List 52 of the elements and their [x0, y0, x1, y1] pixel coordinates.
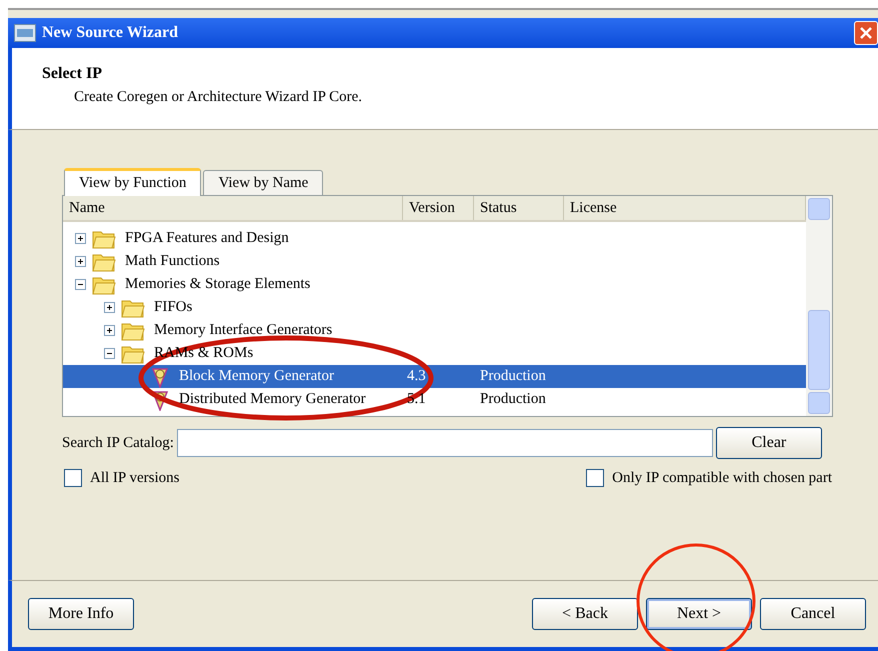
folder-icon [121, 320, 145, 340]
search-label: Search IP Catalog: [62, 434, 174, 453]
tree-row[interactable]: Memories & Storage Elements [63, 273, 806, 296]
page-subtitle: Create Coregen or Architecture Wizard IP Core. [73, 88, 364, 107]
tab[interactable]: View by Function [64, 168, 202, 196]
item-name: Block Memory Generator [179, 367, 334, 386]
folder-icon [121, 344, 145, 364]
dialog-button[interactable]: Clear [716, 427, 822, 459]
dialog-button[interactable]: Next > [646, 598, 752, 630]
column-header[interactable]: Version [403, 196, 474, 220]
item-name: FIFOs [154, 298, 192, 318]
dialog-button[interactable]: More Info [28, 598, 134, 630]
version-cell-text: 4.3 [406, 367, 427, 386]
tab[interactable]: View by Name [203, 170, 324, 195]
status-cell-text: Production [479, 367, 547, 386]
search-field[interactable] [176, 429, 713, 457]
item-name: Memory Interface Generators [154, 321, 332, 340]
checkbox[interactable] [64, 469, 82, 488]
column-header[interactable]: Status [474, 196, 564, 220]
expand-toggle[interactable] [104, 302, 115, 313]
folder-icon [92, 274, 116, 294]
item-name: FPGA Features and Design [125, 229, 289, 248]
checkbox-label: Only IP compatible with chosen part [612, 469, 832, 488]
dialog-button[interactable]: < Back [532, 598, 638, 630]
item-name: Math Functions [125, 252, 220, 272]
status-cell-text: Production [479, 390, 547, 410]
close-button[interactable] [854, 21, 878, 45]
folder-icon [92, 228, 116, 248]
close-icon [859, 26, 873, 40]
window-title: New Source Wizard [42, 23, 178, 43]
collapse-toggle[interactable] [75, 279, 86, 290]
tree-row[interactable]: Block Memory Generator 4.3 Production [63, 365, 806, 388]
column-header[interactable]: Name [63, 196, 403, 220]
expand-toggle[interactable] [104, 325, 115, 336]
core-icon [150, 366, 170, 388]
item-name: Memories & Storage Elements [125, 275, 310, 294]
tree-row[interactable]: FPGA Features and Design [63, 227, 806, 250]
folder-icon [92, 252, 116, 272]
collapse-toggle[interactable] [104, 348, 115, 359]
page-title: Select IP [42, 64, 103, 84]
app-icon [14, 24, 36, 42]
checkbox-label: All IP versions [90, 469, 180, 488]
scrollbar[interactable] [806, 196, 832, 416]
tree-row[interactable]: Memory Interface Generators [63, 319, 806, 342]
item-name: Distributed Memory Generator [179, 390, 366, 410]
dialog-button[interactable]: Cancel [760, 598, 866, 630]
checkbox[interactable] [586, 469, 604, 488]
folder-icon [121, 298, 145, 318]
expand-toggle[interactable] [75, 233, 86, 244]
expand-toggle[interactable] [75, 256, 86, 267]
tree-row[interactable]: Math Functions [63, 250, 806, 273]
tree-row[interactable]: FIFOs [63, 296, 806, 319]
